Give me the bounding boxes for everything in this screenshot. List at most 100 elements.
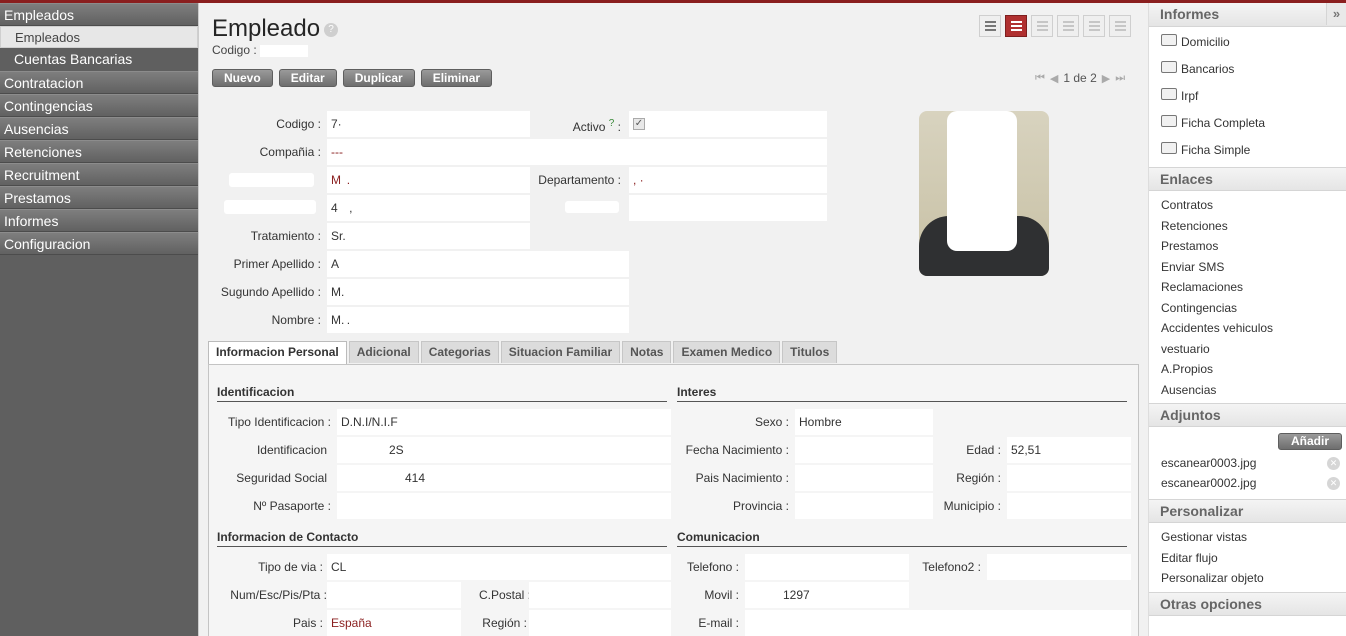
attachment-item[interactable]: escanear0003.jpg ✕ <box>1149 453 1346 473</box>
link-a-propios[interactable]: A.Propios <box>1149 359 1346 380</box>
menu-item-retenciones[interactable]: Retenciones <box>0 140 198 163</box>
tab-situacion-familiar[interactable]: Situacion Familiar <box>500 341 621 363</box>
segundo-apellido-field[interactable]: M. <box>327 279 629 305</box>
eliminar-button[interactable]: Eliminar <box>420 69 493 87</box>
unnamed-field-3[interactable] <box>629 195 827 221</box>
codigo-field[interactable]: 7· <box>327 111 530 137</box>
last-record-icon[interactable]: ⏭ <box>1115 72 1125 85</box>
first-record-icon[interactable]: ⏮ <box>1035 72 1045 85</box>
telefono2-field[interactable] <box>987 554 1131 580</box>
link-contingencias[interactable]: Contingencias <box>1149 298 1346 319</box>
link-personalizar-objeto[interactable]: Personalizar objeto <box>1149 568 1346 589</box>
delete-attachment-icon[interactable]: ✕ <box>1327 457 1340 470</box>
link-prestamos[interactable]: Prestamos <box>1149 236 1346 257</box>
pais-label: Pais : <box>292 616 323 630</box>
help-icon[interactable]: ? <box>324 22 339 37</box>
compania-field[interactable]: --- <box>327 139 827 165</box>
gantt-view-icon[interactable] <box>1083 15 1105 37</box>
tab-bar: Informacion Personal Adicional Categoria… <box>208 341 838 365</box>
municipio-field[interactable] <box>1007 493 1131 519</box>
num-esc-field[interactable] <box>327 582 461 608</box>
departamento-field[interactable]: , · <box>629 167 827 193</box>
submenu-item-empleados[interactable]: Empleados <box>0 26 198 48</box>
next-record-icon[interactable]: ▶ <box>1102 72 1110 85</box>
link-contratos[interactable]: Contratos <box>1149 195 1346 216</box>
link-enviar-sms[interactable]: Enviar SMS <box>1149 257 1346 278</box>
pais-nacimiento-field[interactable] <box>795 465 933 491</box>
tab-adicional[interactable]: Adicional <box>348 341 419 363</box>
collapse-sidebar-icon[interactable]: » <box>1326 3 1346 25</box>
pais-field[interactable]: España <box>327 610 461 636</box>
report-bancarios[interactable]: Bancarios <box>1149 54 1346 81</box>
link-vestuario[interactable]: vestuario <box>1149 339 1346 360</box>
tipo-via-field[interactable]: CL <box>327 554 671 580</box>
kanban-view-icon[interactable] <box>1109 15 1131 37</box>
previous-record-icon[interactable]: ◀ <box>1050 72 1058 85</box>
printer-icon <box>1161 33 1177 46</box>
nombre-field[interactable]: M. . <box>327 307 629 333</box>
graph-view-icon[interactable] <box>1031 15 1053 37</box>
report-irpf[interactable]: Irpf <box>1149 81 1346 108</box>
report-ficha-completa[interactable]: Ficha Completa <box>1149 108 1346 135</box>
tab-informacion-personal[interactable]: Informacion Personal <box>208 341 347 365</box>
nombre-label: Nombre : <box>271 313 321 327</box>
sexo-field[interactable]: Hombre <box>795 409 933 435</box>
action-toolbar: Nuevo Editar Duplicar Eliminar <box>212 69 493 87</box>
email-field[interactable] <box>745 610 1131 636</box>
region-field[interactable] <box>1007 465 1131 491</box>
link-reclamaciones[interactable]: Reclamaciones <box>1149 277 1346 298</box>
activo-help-icon[interactable]: ? <box>609 118 615 129</box>
sexo-label: Sexo : <box>754 415 789 429</box>
tratamiento-field[interactable]: Sr. <box>327 223 530 249</box>
menu-item-ausencias[interactable]: Ausencias <box>0 117 198 140</box>
list-view-icon[interactable] <box>979 15 1001 37</box>
movil-field[interactable]: 1297 <box>745 582 909 608</box>
menu-item-contingencias[interactable]: Contingencias <box>0 94 198 117</box>
pasaporte-field[interactable] <box>337 493 671 519</box>
cpostal-field[interactable] <box>529 582 671 608</box>
tab-categorias[interactable]: Categorias <box>420 341 499 363</box>
link-ausencias[interactable]: Ausencias <box>1149 380 1346 401</box>
link-gestionar-vistas[interactable]: Gestionar vistas <box>1149 527 1346 548</box>
tab-notas[interactable]: Notas <box>622 341 672 363</box>
primer-apellido-field[interactable]: A <box>327 251 629 277</box>
fecha-nacimiento-field[interactable] <box>795 437 933 463</box>
tipo-identificacion-field[interactable]: D.N.I/N.I.F <box>337 409 671 435</box>
edad-field[interactable]: 52,51 <box>1007 437 1131 463</box>
region2-field[interactable] <box>529 610 671 636</box>
menu-item-configuracion[interactable]: Configuracion <box>0 232 198 255</box>
attachment-item[interactable]: escanear0002.jpg ✕ <box>1149 473 1346 493</box>
tab-examen-medico[interactable]: Examen Medico <box>673 341 781 363</box>
seguridad-social-field[interactable]: 414 <box>337 465 671 491</box>
cpostal-label: C.Postal : <box>478 588 531 602</box>
delete-attachment-icon[interactable]: ✕ <box>1327 477 1340 490</box>
link-retenciones[interactable]: Retenciones <box>1149 216 1346 237</box>
menu-item-recruitment[interactable]: Recruitment <box>0 163 198 186</box>
duplicar-button[interactable]: Duplicar <box>342 69 415 87</box>
activo-checkbox[interactable]: ✓ <box>633 118 645 130</box>
telefono-field[interactable] <box>745 554 909 580</box>
form-view-icon[interactable] <box>1005 15 1027 37</box>
identificacion-field[interactable]: 2S <box>337 437 671 463</box>
nuevo-button[interactable]: Nuevo <box>212 69 273 87</box>
employee-photo[interactable] <box>919 111 1049 276</box>
submenu-item-cuentas-bancarias[interactable]: Cuentas Bancarias <box>0 48 198 71</box>
enlaces-list: Contratos Retenciones Prestamos Enviar S… <box>1149 191 1346 400</box>
unnamed-field-1[interactable]: M . <box>327 167 530 193</box>
main-content: Empleado? Codigo : Nuevo Editar Duplicar… <box>198 3 1148 636</box>
editar-button[interactable]: Editar <box>278 69 337 87</box>
menu-item-informes[interactable]: Informes <box>0 209 198 232</box>
menu-item-prestamos[interactable]: Prestamos <box>0 186 198 209</box>
right-sidebar: Informes » Domicilio Bancarios Irpf Fich… <box>1148 3 1346 636</box>
menu-item-empleados[interactable]: Empleados <box>0 3 198 26</box>
report-ficha-simple[interactable]: Ficha Simple <box>1149 135 1346 162</box>
add-attachment-button[interactable]: Añadir <box>1278 433 1342 450</box>
report-domicilio[interactable]: Domicilio <box>1149 27 1346 54</box>
menu-item-contratacion[interactable]: Contratacion <box>0 71 198 94</box>
link-accidentes-vehiculos[interactable]: Accidentes vehiculos <box>1149 318 1346 339</box>
calendar-view-icon[interactable] <box>1057 15 1079 37</box>
unnamed-field-2[interactable]: 4 , <box>327 195 530 221</box>
provincia-field[interactable] <box>795 493 933 519</box>
tab-titulos[interactable]: Titulos <box>782 341 838 363</box>
link-editar-flujo[interactable]: Editar flujo <box>1149 548 1346 569</box>
